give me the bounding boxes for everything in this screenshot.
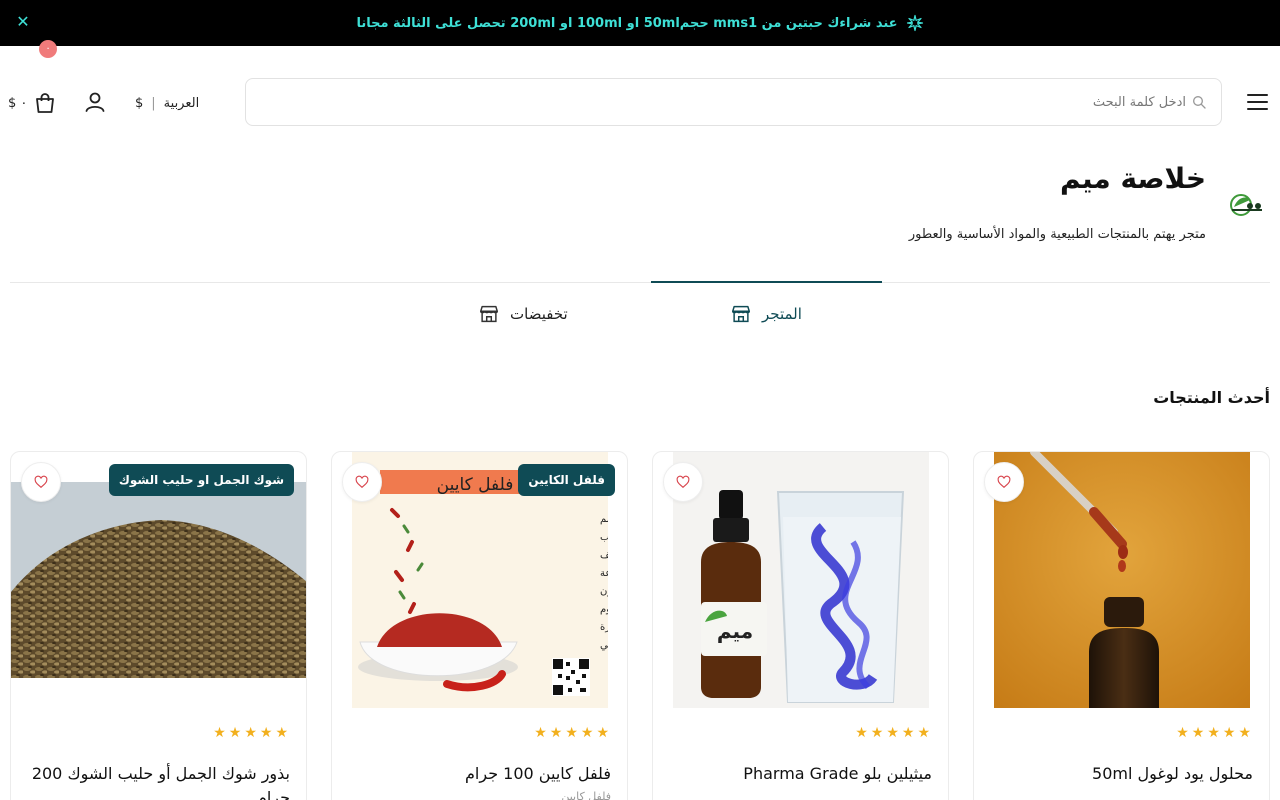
store-name: خلاصة ميم bbox=[1060, 162, 1206, 195]
benefit-text: تخفيف الوزن bbox=[600, 586, 608, 597]
cart-button[interactable]: $ ٠ bbox=[8, 90, 57, 116]
product-name[interactable]: ميثيلين بلو Pharma Grade bbox=[662, 762, 932, 786]
wishlist-button[interactable] bbox=[342, 462, 382, 502]
cart-icon bbox=[33, 91, 57, 115]
wishlist-button[interactable] bbox=[21, 462, 61, 502]
product-card[interactable]: شوك الجمل او حليب الشوك ★ ★ ★ ★ ★ بذور شوك ا… bbox=[10, 451, 307, 800]
product-tag: شوك الجمل او حليب الشوك bbox=[108, 464, 294, 496]
wishlist-button[interactable] bbox=[984, 462, 1024, 502]
benefit-text: تخفيف احتقان الأنف bbox=[600, 548, 608, 561]
benefit-text: تحسين صحة البشرة bbox=[600, 622, 608, 633]
product-card[interactable]: ميم ★ ★ ★ ★ ★ ميثيلين بلو Pharma Grade bbox=[652, 451, 949, 800]
product-card[interactable]: فلفل كايين تحسين الهضم تعزيز صحة القلب ت… bbox=[331, 451, 628, 800]
tab-store-label: المتجر bbox=[762, 305, 802, 323]
site-header: العربية | $ $ ٠ ٠ bbox=[0, 40, 1280, 156]
product-image[interactable] bbox=[994, 452, 1250, 708]
benefit-text: دعم صحة الجهاز الهضمي bbox=[600, 640, 608, 651]
store-description: متجر يهتم بالمنتجات الطبيعية والمواد الأ… bbox=[908, 227, 1206, 242]
currency-label: $ bbox=[135, 95, 144, 111]
heart-icon bbox=[34, 475, 48, 489]
benefit-text: تنقية الجسم من السموم bbox=[600, 604, 608, 615]
active-tab-indicator bbox=[651, 281, 882, 283]
search-icon[interactable] bbox=[1191, 94, 1207, 110]
close-icon[interactable]: ✕ bbox=[12, 11, 34, 33]
bottle-label: ميم bbox=[717, 619, 753, 643]
heart-icon bbox=[997, 475, 1011, 489]
product-image[interactable]: ميم bbox=[673, 452, 929, 708]
rating-stars: ★ ★ ★ ★ ★ bbox=[855, 725, 930, 741]
cart-total: $ ٠ bbox=[8, 95, 28, 111]
cart-count-badge: ٠ bbox=[39, 40, 57, 58]
benefit-text: تقوية جهاز المناعة bbox=[600, 568, 608, 579]
benefit-text: تحسين الهضم bbox=[600, 514, 608, 525]
tab-discounts[interactable]: تخفيضات bbox=[478, 302, 568, 326]
user-icon[interactable] bbox=[83, 90, 107, 114]
language-currency-switcher[interactable]: العربية | $ bbox=[135, 92, 199, 114]
search-input[interactable] bbox=[286, 79, 1186, 125]
search-bar bbox=[245, 78, 1222, 126]
heart-icon bbox=[355, 475, 369, 489]
product-name[interactable]: بذور شوك الجمل أو حليب الشوك 200 جرام bbox=[20, 762, 290, 800]
product-tag: فلفل الكايين bbox=[518, 464, 615, 496]
rating-stars: ★ ★ ★ ★ ★ bbox=[213, 725, 288, 741]
divider: | bbox=[151, 95, 156, 111]
heart-icon bbox=[676, 475, 690, 489]
product-name[interactable]: فلفل كايين 100 جرام bbox=[341, 762, 611, 786]
rating-stars: ★ ★ ★ ★ ★ bbox=[534, 725, 609, 741]
announcement-text: عند شراءك حبتين من mms1 حجم50ml او 100ml… bbox=[356, 15, 898, 31]
announcement-bar: عند شراءك حبتين من mms1 حجم50ml او 100ml… bbox=[0, 0, 1280, 46]
tab-discounts-label: تخفيضات bbox=[510, 305, 568, 323]
store-logo bbox=[1230, 194, 1262, 216]
product-subtitle: فلفل كايين bbox=[561, 790, 611, 800]
announcement-content: عند شراءك حبتين من mms1 حجم50ml او 100ml… bbox=[0, 0, 1280, 46]
rating-stars: ★ ★ ★ ★ ★ bbox=[1176, 725, 1251, 741]
tabs-divider bbox=[10, 282, 1270, 283]
product-name[interactable]: محلول يود لوغول 50ml bbox=[983, 762, 1253, 786]
benefit-text: تعزيز صحة القلب bbox=[600, 532, 608, 543]
storefront-icon bbox=[480, 305, 498, 323]
image-heading: فلفل كايين bbox=[437, 475, 514, 495]
language-label: العربية bbox=[163, 95, 200, 111]
section-title: أحدث المنتجات bbox=[1153, 388, 1270, 407]
menu-icon[interactable] bbox=[1244, 91, 1272, 113]
product-image[interactable] bbox=[11, 482, 306, 708]
sparkle-icon bbox=[906, 14, 923, 32]
product-card[interactable]: ★ ★ ★ ★ ★ محلول يود لوغول 50ml bbox=[973, 451, 1270, 800]
storefront-icon bbox=[732, 305, 750, 323]
wishlist-button[interactable] bbox=[663, 462, 703, 502]
tab-store[interactable]: المتجر bbox=[730, 302, 802, 326]
